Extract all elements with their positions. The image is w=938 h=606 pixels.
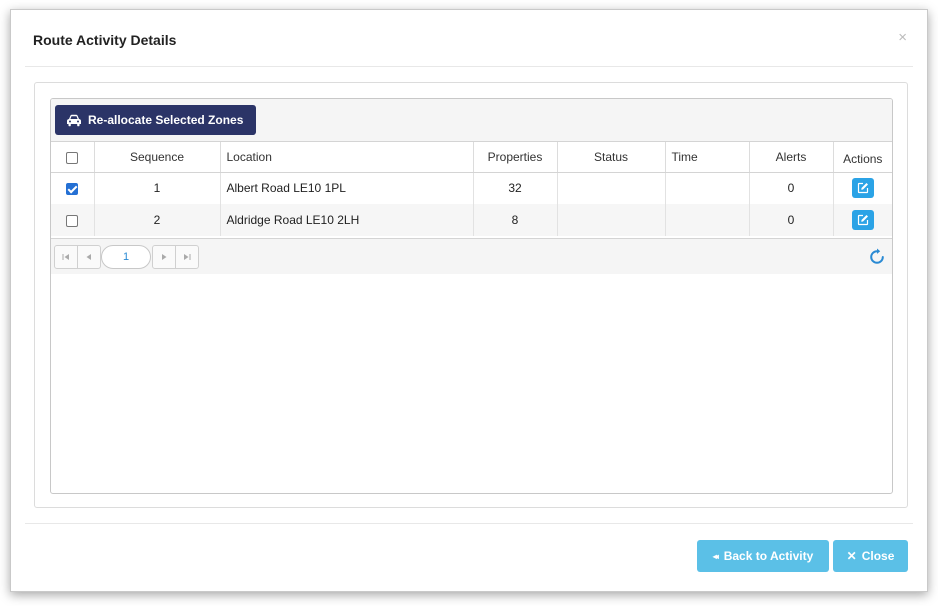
edit-button[interactable] <box>851 210 874 230</box>
column-header-location[interactable]: Location <box>220 142 474 173</box>
back-to-activity-label: Back to Activity <box>723 549 814 563</box>
backward-icon: ◂◂ <box>712 551 719 561</box>
select-all-checkbox[interactable] <box>66 151 79 164</box>
column-header-properties[interactable]: Properties <box>473 142 558 173</box>
column-header-alerts[interactable]: Alerts <box>749 142 834 173</box>
prev-page-icon[interactable] <box>77 245 101 269</box>
alerts-cell: 0 <box>749 204 834 236</box>
properties-cell: 32 <box>473 172 558 204</box>
header-divider <box>25 66 913 67</box>
modal-close-icon[interactable]: × <box>898 30 907 45</box>
last-page-icon[interactable] <box>175 245 199 269</box>
footer-divider <box>25 523 913 524</box>
zones-table: Sequence Location Properties Status Time… <box>51 142 892 236</box>
reallocate-zones-button[interactable]: Re-allocate Selected Zones <box>55 105 257 135</box>
close-label: Close <box>861 549 895 563</box>
sequence-cell: 2 <box>94 204 221 236</box>
page-number-input[interactable] <box>101 245 151 269</box>
time-cell <box>665 204 750 236</box>
close-button[interactable]: ✕ Close <box>833 540 908 572</box>
modal-title: Route Activity Details <box>33 32 177 48</box>
location-cell: Aldridge Road LE10 2LH <box>220 204 474 236</box>
route-activity-modal: Route Activity Details × Re-allocate Sel… <box>10 9 928 592</box>
alerts-cell: 0 <box>749 172 834 204</box>
status-cell <box>557 172 666 204</box>
column-header-time[interactable]: Time <box>665 142 750 173</box>
modal-header: Route Activity Details × <box>11 10 927 66</box>
table-header-row: Sequence Location Properties Status Time… <box>51 142 892 173</box>
content-panel: Re-allocate Selected Zones Sequence Loca… <box>34 82 908 508</box>
actions-cell <box>833 172 892 204</box>
car-icon <box>67 114 81 126</box>
edit-icon <box>857 214 868 226</box>
column-header-sequence[interactable]: Sequence <box>94 142 221 173</box>
column-header-status[interactable]: Status <box>557 142 666 173</box>
edit-button[interactable] <box>851 178 874 199</box>
sequence-cell: 1 <box>94 172 221 204</box>
zones-grid: Re-allocate Selected Zones Sequence Loca… <box>50 98 893 494</box>
first-page-icon[interactable] <box>54 245 78 269</box>
row-select-cell[interactable] <box>51 172 95 204</box>
refresh-icon[interactable] <box>868 248 886 266</box>
next-page-icon[interactable] <box>152 245 176 269</box>
grid-toolbar: Re-allocate Selected Zones <box>51 99 892 142</box>
reallocate-zones-label: Re-allocate Selected Zones <box>88 113 244 127</box>
status-cell <box>557 204 666 236</box>
table-row[interactable]: 1 Albert Road LE10 1PL 32 0 <box>51 172 892 204</box>
row-checkbox[interactable] <box>66 183 79 196</box>
pager-bar <box>51 238 892 274</box>
time-cell <box>665 172 750 204</box>
table-row[interactable]: 2 Aldridge Road LE10 2LH 8 0 <box>51 204 892 236</box>
row-checkbox[interactable] <box>66 214 79 227</box>
edit-icon <box>857 183 868 194</box>
properties-cell: 8 <box>473 204 558 236</box>
column-header-actions: Actions <box>833 142 892 173</box>
close-icon: ✕ <box>846 549 857 563</box>
back-to-activity-button[interactable]: ◂◂ Back to Activity <box>697 540 829 572</box>
actions-cell <box>833 204 892 236</box>
pager <box>54 245 199 269</box>
select-all-header[interactable] <box>51 142 95 173</box>
location-cell: Albert Road LE10 1PL <box>220 172 474 204</box>
row-select-cell[interactable] <box>51 204 95 236</box>
